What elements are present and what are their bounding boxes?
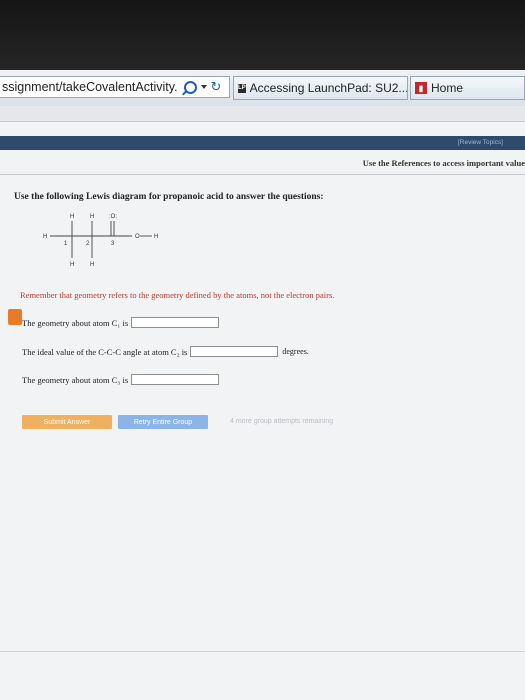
- retry-group-button[interactable]: Retry Entire Group: [118, 415, 208, 429]
- atom-label: 2: [86, 241, 90, 247]
- divider: [0, 651, 525, 652]
- atom-label: O: [135, 234, 140, 240]
- question-row-3: The geometry about atom C₃ is: [22, 374, 220, 385]
- reminder-text: Remember that geometry refers to the geo…: [20, 290, 335, 300]
- lewis-diagram: H H :O: H 1 2 3 O H H H: [43, 214, 158, 268]
- atom-label: H: [70, 262, 74, 268]
- atom-label: 3: [111, 241, 115, 247]
- toolbar-strip: [0, 136, 525, 150]
- attempts-remaining-text: 4 more group attempts remaining: [230, 418, 334, 425]
- page-header-band: [0, 106, 525, 122]
- submit-answer-button[interactable]: Submit Answer: [22, 415, 112, 429]
- dropdown-arrow-icon[interactable]: [200, 85, 207, 89]
- atom-label: H: [154, 234, 158, 240]
- address-bar[interactable]: ssignment/takeCovalentActivity. ↻: [0, 76, 230, 98]
- question-marker: [8, 309, 22, 325]
- page-content: [Review Topics] Use the References to ac…: [0, 106, 525, 700]
- home-favicon-icon: ▮: [415, 82, 427, 94]
- search-icon[interactable]: [183, 80, 197, 94]
- divider: [0, 174, 525, 175]
- browser-bar: ssignment/takeCovalentActivity. ↻ LP Acc…: [0, 70, 525, 107]
- address-text: ssignment/takeCovalentActivity.: [2, 80, 178, 94]
- launchpad-favicon-icon: LP: [238, 83, 246, 93]
- unit-label: degrees.: [282, 347, 309, 356]
- review-topics-link[interactable]: [Review Topics]: [458, 139, 503, 146]
- tab-label: Accessing LaunchPad: SU2...: [249, 81, 408, 95]
- tab-home[interactable]: ▮ Home: [410, 76, 525, 100]
- tab-launchpad[interactable]: LP Accessing LaunchPad: SU2...: [233, 76, 408, 100]
- refresh-icon[interactable]: ↻: [211, 80, 222, 95]
- answer-input-1[interactable]: [131, 317, 220, 328]
- answer-input-2[interactable]: [190, 346, 279, 357]
- question-row-2: The ideal value of the C-C-C angle at at…: [22, 346, 309, 357]
- atom-label: H: [70, 214, 74, 220]
- question-label: The ideal value of the C-C-C angle at at…: [22, 346, 188, 357]
- answer-input-3[interactable]: [131, 374, 220, 385]
- atom-label: H: [43, 234, 47, 240]
- atom-label: :O:: [109, 214, 117, 220]
- atom-label: H: [90, 262, 94, 268]
- atom-label: 1: [64, 241, 68, 247]
- tab-label: Home: [431, 81, 464, 95]
- question-prompt: Use the following Lewis diagram for prop…: [14, 192, 324, 202]
- question-row-1: The geometry about atom C₁ is: [22, 317, 220, 328]
- references-text: Use the References to access important v…: [362, 158, 525, 168]
- atom-label: H: [90, 214, 94, 220]
- dark-top-area: [0, 0, 525, 70]
- question-label: The geometry about atom C₃ is: [22, 374, 129, 385]
- question-label: The geometry about atom C₁ is: [22, 317, 129, 328]
